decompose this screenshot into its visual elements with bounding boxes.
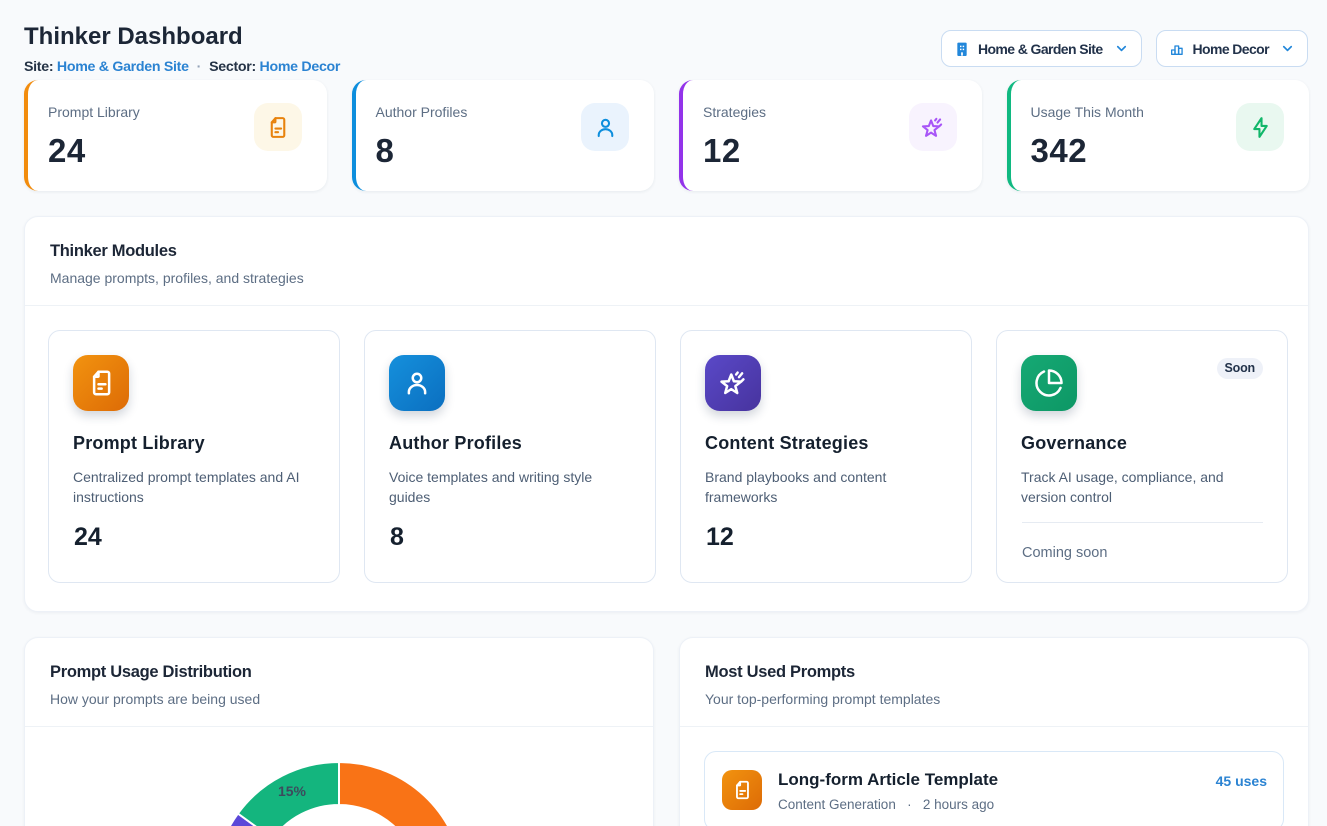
- svg-text:15%: 15%: [278, 783, 307, 799]
